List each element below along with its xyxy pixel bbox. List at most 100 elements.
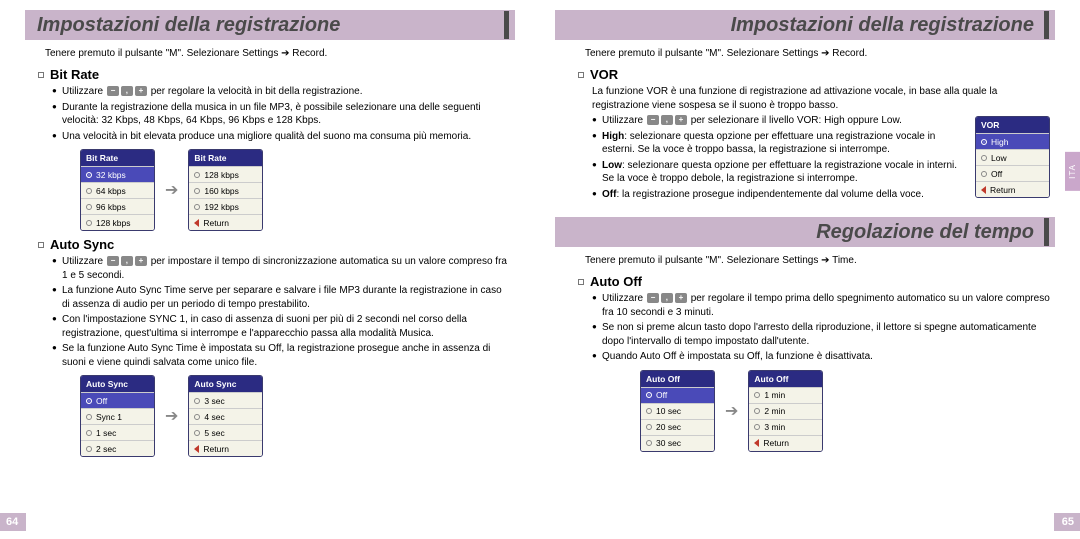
minus-plus-icon: −,+ bbox=[646, 115, 688, 125]
menu-item: 2 sec bbox=[81, 440, 154, 456]
arrow-right-icon: ➔ bbox=[165, 180, 178, 200]
radio-icon bbox=[86, 188, 92, 194]
square-icon bbox=[578, 279, 584, 285]
menu-autosync-2: Auto Sync 3 sec 4 sec 5 sec Return bbox=[188, 375, 263, 457]
menu-item: 2 min bbox=[749, 403, 822, 419]
menu-item: 10 sec bbox=[641, 403, 714, 419]
minus-plus-icon: −,+ bbox=[646, 293, 688, 303]
menu-item: 4 sec bbox=[189, 408, 262, 424]
radio-icon bbox=[754, 424, 760, 430]
radio-icon bbox=[646, 424, 652, 430]
bitrate-bullets: Utilizzare −,+ per regolare la velocità … bbox=[52, 85, 510, 143]
bullet: Con l'impostazione SYNC 1, in caso di as… bbox=[52, 313, 510, 340]
radio-icon bbox=[754, 408, 760, 414]
menu-item: 96 kbps bbox=[81, 198, 154, 214]
return-icon bbox=[194, 219, 199, 227]
vor-bullets: Utilizzare −,+ per selezionare il livell… bbox=[592, 114, 965, 201]
menu-item: Return bbox=[189, 214, 262, 230]
bullet: Se la funzione Auto Sync Time è impostat… bbox=[52, 342, 510, 369]
radio-icon bbox=[194, 398, 200, 404]
square-icon bbox=[38, 72, 44, 78]
heading-label: Auto Off bbox=[590, 274, 642, 289]
autooff-bullets: Utilizzare −,+ per regolare il tempo pri… bbox=[592, 292, 1050, 364]
bullet: Utilizzare −,+ per regolare la velocità … bbox=[52, 85, 510, 99]
menu-item: Low bbox=[976, 149, 1049, 165]
radio-icon bbox=[981, 155, 987, 161]
return-icon bbox=[754, 439, 759, 447]
intro-text: Tenere premuto il pulsante "M". Selezion… bbox=[585, 255, 1050, 266]
menu-item: 128 kbps bbox=[81, 214, 154, 230]
menu-title: Auto Sync bbox=[81, 376, 154, 392]
header-bar: Impostazioni della registrazione bbox=[555, 10, 1055, 40]
language-tab: ITA bbox=[1065, 152, 1080, 191]
bullet: Off: la registrazione prosegue indipende… bbox=[592, 188, 965, 202]
radio-icon bbox=[86, 172, 92, 178]
menu-item: Off bbox=[641, 387, 714, 403]
menu-item: 20 sec bbox=[641, 419, 714, 435]
header-bar: Impostazioni della registrazione bbox=[25, 10, 515, 40]
menu-item: Return bbox=[749, 435, 822, 451]
menu-item: 64 kbps bbox=[81, 182, 154, 198]
radio-icon bbox=[646, 440, 652, 446]
vor-desc: La funzione VOR è una funzione di regist… bbox=[592, 85, 1050, 112]
radio-icon bbox=[86, 398, 92, 404]
heading-label: VOR bbox=[590, 67, 618, 82]
menu-item: 3 min bbox=[749, 419, 822, 435]
radio-icon bbox=[86, 446, 92, 452]
autooff-menus: Auto Off Off 10 sec 20 sec 30 sec ➔ Auto… bbox=[640, 370, 1080, 452]
radio-icon bbox=[86, 430, 92, 436]
menu-item: 3 sec bbox=[189, 392, 262, 408]
bitrate-menus: Bit Rate 32 kbps 64 kbps 96 kbps 128 kbp… bbox=[80, 149, 540, 231]
autosync-menus: Auto Sync Off Sync 1 1 sec 2 sec ➔ Auto … bbox=[80, 375, 540, 457]
page-title: Impostazioni della registrazione bbox=[25, 14, 504, 37]
radio-icon bbox=[646, 392, 652, 398]
radio-icon bbox=[194, 414, 200, 420]
vor-menu-wrap: VOR High Low Off Return bbox=[975, 116, 1050, 198]
page-title: Regolazione del tempo bbox=[555, 221, 1044, 244]
menu-item: Return bbox=[976, 181, 1049, 197]
menu-bitrate-2: Bit Rate 128 kbps 160 kbps 192 kbps Retu… bbox=[188, 149, 263, 231]
radio-icon bbox=[754, 392, 760, 398]
bullet: Una velocità in bit elevata produce una … bbox=[52, 130, 510, 144]
bullet: Utilizzare −,+ per regolare il tempo pri… bbox=[592, 292, 1050, 319]
minus-plus-icon: −,+ bbox=[106, 86, 148, 96]
bullet: La funzione Auto Sync Time serve per sep… bbox=[52, 284, 510, 311]
section-autosync-heading: Auto Sync bbox=[38, 237, 510, 252]
menu-vor: VOR High Low Off Return bbox=[975, 116, 1050, 198]
square-icon bbox=[38, 242, 44, 248]
radio-icon bbox=[981, 139, 987, 145]
page-number: 64 bbox=[0, 513, 26, 531]
menu-title: Auto Sync bbox=[189, 376, 262, 392]
menu-item: 1 min bbox=[749, 387, 822, 403]
autosync-bullets: Utilizzare −,+ per impostare il tempo di… bbox=[52, 255, 510, 369]
radio-icon bbox=[194, 430, 200, 436]
menu-title: Bit Rate bbox=[189, 150, 262, 166]
section-vor-heading: VOR bbox=[578, 67, 1050, 82]
menu-item: 1 sec bbox=[81, 424, 154, 440]
bullet: Low: selezionare questa opzione per effe… bbox=[592, 159, 965, 186]
menu-item: Sync 1 bbox=[81, 408, 154, 424]
header-divider bbox=[1044, 11, 1049, 39]
page-right: Impostazioni della registrazione Tenere … bbox=[540, 0, 1080, 539]
page-title: Impostazioni della registrazione bbox=[555, 14, 1044, 37]
radio-icon bbox=[981, 171, 987, 177]
menu-autooff-1: Auto Off Off 10 sec 20 sec 30 sec bbox=[640, 370, 715, 452]
menu-item: Off bbox=[976, 165, 1049, 181]
header-divider bbox=[504, 11, 509, 39]
heading-label: Auto Sync bbox=[50, 237, 114, 252]
bullet: Quando Auto Off è impostata su Off, la f… bbox=[592, 350, 1050, 364]
radio-icon bbox=[86, 220, 92, 226]
heading-label: Bit Rate bbox=[50, 67, 99, 82]
menu-title: Auto Off bbox=[749, 371, 822, 387]
bullet: Utilizzare −,+ per selezionare il livell… bbox=[592, 114, 965, 128]
menu-autosync-1: Auto Sync Off Sync 1 1 sec 2 sec bbox=[80, 375, 155, 457]
page-left: Impostazioni della registrazione Tenere … bbox=[0, 0, 540, 539]
menu-item: 160 kbps bbox=[189, 182, 262, 198]
radio-icon bbox=[194, 204, 200, 210]
section-autooff-heading: Auto Off bbox=[578, 274, 1050, 289]
radio-icon bbox=[646, 408, 652, 414]
menu-item: 32 kbps bbox=[81, 166, 154, 182]
menu-item: 192 kbps bbox=[189, 198, 262, 214]
header-bar-2: Regolazione del tempo bbox=[555, 217, 1055, 247]
radio-icon bbox=[194, 172, 200, 178]
